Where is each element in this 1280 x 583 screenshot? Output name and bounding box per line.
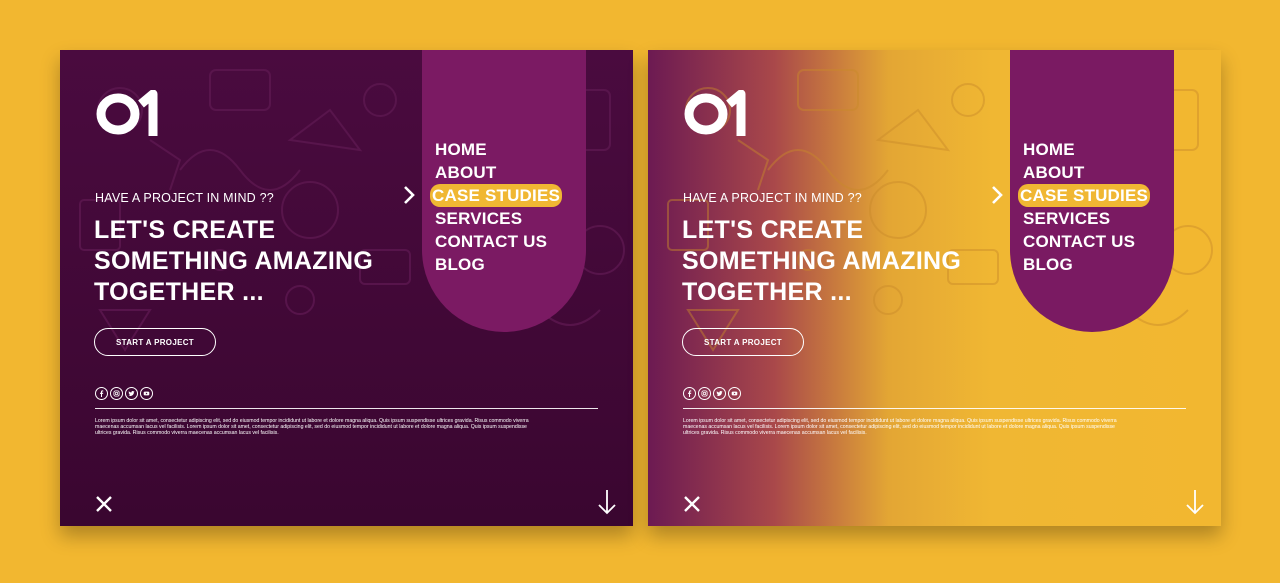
facebook-icon[interactable]	[683, 387, 696, 400]
youtube-icon[interactable]	[140, 387, 153, 400]
nav-item-contact-us[interactable]: CONTACT US	[1021, 230, 1150, 253]
nav-item-case-studies[interactable]: CASE STUDIES	[1018, 184, 1150, 207]
twitter-icon[interactable]	[713, 387, 726, 400]
nav-item-services[interactable]: SERVICES	[1021, 207, 1150, 230]
hero-kicker: HAVE A PROJECT IN MIND ??	[683, 191, 862, 205]
chevron-right-icon	[404, 186, 415, 204]
nav-item-blog[interactable]: BLOG	[433, 253, 562, 276]
close-icon[interactable]	[683, 495, 701, 513]
divider	[95, 408, 598, 409]
close-icon[interactable]	[95, 495, 113, 513]
start-project-button[interactable]: START A PROJECT	[94, 328, 216, 356]
hero-kicker: HAVE A PROJECT IN MIND ??	[95, 191, 274, 205]
headline-line-1: LET'S CREATE	[94, 216, 276, 244]
nav-item-home[interactable]: HOME	[1021, 138, 1150, 161]
nav-item-about[interactable]: ABOUT	[433, 161, 562, 184]
headline-line-2: SOMETHING AMAZING	[94, 247, 374, 275]
twitter-icon[interactable]	[125, 387, 138, 400]
arrow-down-icon[interactable]	[597, 489, 617, 515]
footer-paragraph: Lorem ipsum dolor sit amet, consectetur …	[95, 418, 529, 437]
menu-screen-purple: HOME ABOUT CASE STUDIES SERVICES CONTACT…	[60, 50, 633, 526]
social-links	[683, 387, 741, 400]
nav-item-case-studies[interactable]: CASE STUDIES	[430, 184, 562, 207]
main-nav: HOME ABOUT CASE STUDIES SERVICES CONTACT…	[1018, 138, 1150, 276]
start-project-button[interactable]: START A PROJECT	[682, 328, 804, 356]
arrow-down-icon[interactable]	[1185, 489, 1205, 515]
social-links	[95, 387, 153, 400]
nav-item-home[interactable]: HOME	[433, 138, 562, 161]
headline-line-1: LET'S CREATE	[682, 216, 864, 244]
nav-item-about[interactable]: ABOUT	[1021, 161, 1150, 184]
logo-01	[96, 90, 158, 136]
hero-headline: LET'S CREATE SOMETHING AMAZING TOGETHER …	[682, 215, 961, 308]
nav-item-services[interactable]: SERVICES	[433, 207, 562, 230]
headline-line-2: SOMETHING AMAZING	[682, 247, 962, 275]
nav-item-blog[interactable]: BLOG	[1021, 253, 1150, 276]
hero-headline: LET'S CREATE SOMETHING AMAZING TOGETHER …	[94, 215, 373, 308]
headline-line-3: TOGETHER ...	[682, 278, 852, 306]
instagram-icon[interactable]	[698, 387, 711, 400]
chevron-right-icon	[992, 186, 1003, 204]
nav-item-contact-us[interactable]: CONTACT US	[433, 230, 562, 253]
youtube-icon[interactable]	[728, 387, 741, 400]
facebook-icon[interactable]	[95, 387, 108, 400]
instagram-icon[interactable]	[110, 387, 123, 400]
logo-01	[684, 90, 746, 136]
main-nav: HOME ABOUT CASE STUDIES SERVICES CONTACT…	[430, 138, 562, 276]
footer-paragraph: Lorem ipsum dolor sit amet, consectetur …	[683, 418, 1117, 437]
headline-line-3: TOGETHER ...	[94, 278, 264, 306]
menu-screen-gradient: HOME ABOUT CASE STUDIES SERVICES CONTACT…	[648, 50, 1221, 526]
divider	[683, 408, 1186, 409]
